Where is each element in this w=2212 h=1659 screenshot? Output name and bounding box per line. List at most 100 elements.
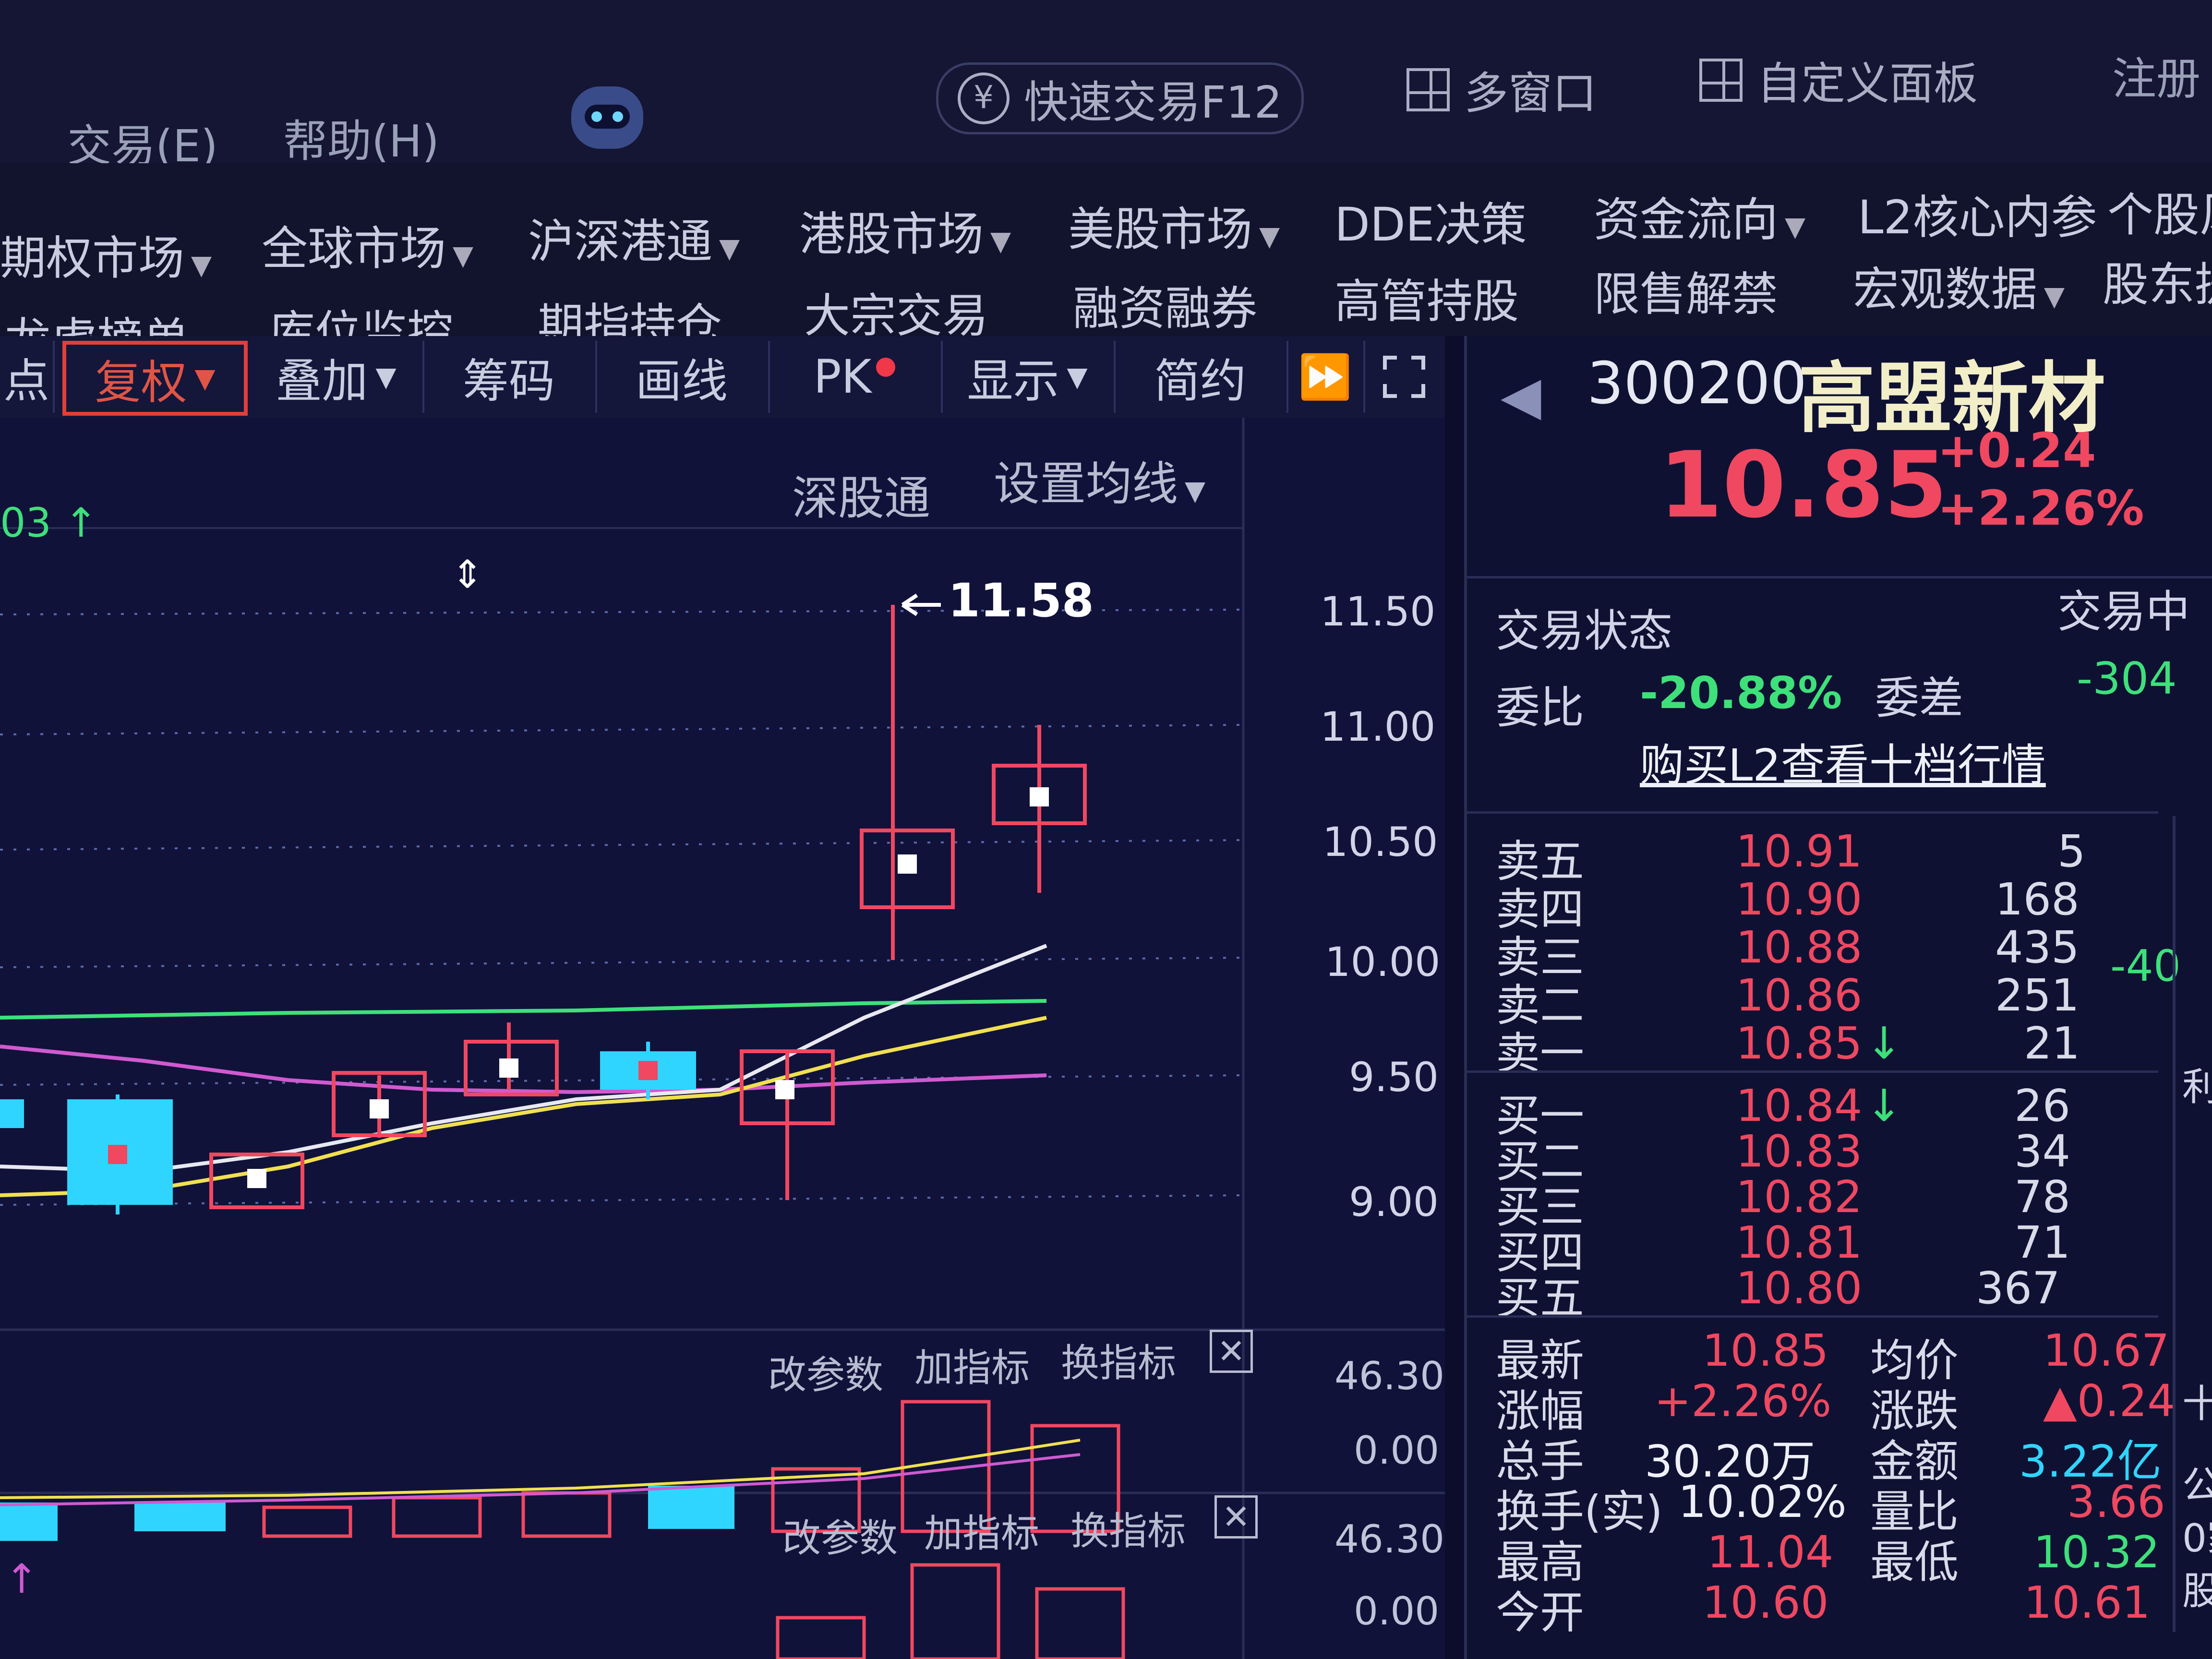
simple-mode-button[interactable]: 简约 xyxy=(1114,341,1288,413)
swap-indicator-button[interactable]: 换指标 xyxy=(1061,1332,1176,1388)
far-right-text: 0家 xyxy=(2182,1516,2212,1561)
divider xyxy=(2173,816,2176,1632)
price-tick: 10.00 xyxy=(1325,938,1441,986)
swap-indicator-button[interactable]: 换指标 xyxy=(1070,1500,1186,1556)
sell-row-4: 卖四 10.90 168 xyxy=(1496,874,2080,935)
red-dot-icon xyxy=(876,358,896,377)
grid-icon xyxy=(1407,68,1450,111)
stat-row: 换手(实) 10.02% 量比 3.66 xyxy=(1496,1476,2165,1538)
buy-row-5: 买五 10.80 367 xyxy=(1496,1262,2060,1324)
robot-assistant-icon[interactable] xyxy=(571,86,643,149)
sub1-bottom-value: 0.00 xyxy=(1354,1428,1440,1473)
stat-row: 最高 11.04 最低 10.32 xyxy=(1496,1527,2160,1588)
wb-label: 委比 xyxy=(1496,682,1585,733)
nav-options-market[interactable]: 期权市场 ▼ xyxy=(0,221,212,288)
buy-row-4: 买四 10.81 71 xyxy=(1496,1217,2071,1278)
grid-9-00 xyxy=(0,1194,1244,1206)
multi-window-button[interactable]: 多窗口 xyxy=(1407,58,1597,121)
buy-l2-link[interactable]: 购买L2查看十档行情 xyxy=(1640,730,2046,793)
price-tick: 9.50 xyxy=(1349,1054,1439,1101)
sell-row-2: 卖二 10.86 251 xyxy=(1496,970,2080,1031)
nav-stock-risk[interactable]: 个股风 xyxy=(2107,178,2212,244)
nav-us-market[interactable]: 美股市场 ▼ xyxy=(1068,192,1280,259)
far-right-text: 股东 xyxy=(2182,1569,2212,1613)
sub2-bottom-value: 0.00 xyxy=(1354,1589,1440,1634)
nav-shareholder[interactable]: 股东提 xyxy=(2103,247,2212,314)
menu-bar: 交易(E) 帮助(H) ¥ 快速交易F12 多窗口 自定义面板 注册 xyxy=(0,0,2212,172)
caret-down-icon: ▼ xyxy=(375,361,397,393)
left-indicator-value: 03 ↑ xyxy=(0,499,98,546)
cursor-resize-icon: ⇕ xyxy=(451,552,484,597)
change-param-button[interactable]: 改参数 xyxy=(782,1507,898,1563)
chips-button[interactable]: 筹码 xyxy=(422,341,597,413)
change-param-button[interactable]: 改参数 xyxy=(768,1344,883,1400)
price-grid xyxy=(0,609,1244,1206)
sell-row-3: 卖三 10.88 435 xyxy=(1496,922,2080,983)
custom-panel-button[interactable]: 自定义面板 xyxy=(1699,48,1978,112)
menu-help[interactable]: 帮助(H) xyxy=(283,106,439,169)
fast-forward-button[interactable]: ⏩ xyxy=(1286,341,1365,413)
kline-chart-svg xyxy=(0,418,1445,1659)
restore-rights-button[interactable]: 复权 ▼ xyxy=(62,341,248,416)
prev-stock-icon[interactable]: ◀ xyxy=(1501,365,1541,426)
kline-chart-area[interactable]: 深股通 设置均线 ▼ 03 ↑ ⇕ 11.58 11.50 11.00 10.50… xyxy=(0,418,1445,1659)
sgt-link[interactable]: 深股通 xyxy=(792,461,930,528)
chart-toolbar: 点 复权 ▼ 叠加 ▼ 筹码 画线 PK 显示 ▼ 简约 ⏩ xyxy=(0,336,1445,420)
close-icon[interactable]: ✕ xyxy=(1210,1330,1253,1373)
nav-global-market[interactable]: 全球市场 ▼ xyxy=(262,211,473,278)
pk-button[interactable]: PK xyxy=(768,341,943,413)
nav-hk-connect[interactable]: 沪深港通 ▼ xyxy=(528,204,740,271)
high-price-marker: 11.58 xyxy=(948,574,1094,627)
nav-exec-holdings[interactable]: 高管持股 xyxy=(1334,264,1519,331)
buy-row-1: 买一 10.84 ↓ 26 xyxy=(1496,1080,2071,1142)
ma20-line xyxy=(0,1045,1047,1094)
fullscreen-icon xyxy=(1383,356,1425,398)
display-button[interactable]: 显示 ▼ xyxy=(941,341,1116,413)
wc-label: 委差 xyxy=(1875,673,1964,724)
nav-dde[interactable]: DDE决策 xyxy=(1334,187,1527,254)
arrow-down-icon: ↓ xyxy=(1865,1018,1903,1069)
volume-ma-line-1 xyxy=(0,1439,1081,1499)
fullscreen-button[interactable] xyxy=(1368,341,1440,413)
candle-down-2 xyxy=(67,1094,173,1214)
sub2-top-value: 46.30 xyxy=(1334,1517,1445,1562)
grid-10-50 xyxy=(0,839,1244,851)
nav-macro-data[interactable]: 宏观数据 ▼ xyxy=(1853,252,2065,319)
nav-hk-market[interactable]: 港股市场 ▼ xyxy=(799,197,1011,264)
set-ma-button[interactable]: 设置均线 ▼ xyxy=(994,446,1205,513)
wc-value: -304 xyxy=(2077,653,2177,704)
quick-trade-button[interactable]: ¥ 快速交易F12 xyxy=(936,62,1304,134)
far-right-text: 公告 xyxy=(2182,1463,2212,1508)
arrow-up-icon: ↑ xyxy=(51,499,98,546)
stat-row: 今开 10.60 10.61 xyxy=(1496,1577,2151,1638)
grid-11-00 xyxy=(0,724,1244,735)
sub1-top-value: 46.30 xyxy=(1334,1354,1445,1398)
market-nav: 期权市场 ▼ 全球市场 ▼ 沪深港通 ▼ 港股市场 ▼ 美股市场 ▼ DDE决策 资金流向… xyxy=(0,163,2212,367)
side-change-value: -40 xyxy=(2110,941,2181,991)
candle-up-5 xyxy=(464,1022,559,1096)
draw-line-button[interactable]: 画线 xyxy=(595,341,770,413)
overlay-button[interactable]: 叠加 ▼ xyxy=(250,341,424,413)
stat-row: 涨幅 +2.26% 涨跌 ▲0.24 xyxy=(1496,1375,2176,1437)
stat-row: 最新 10.85 均价 10.67 xyxy=(1496,1325,2170,1386)
add-indicator-button[interactable]: 加指标 xyxy=(914,1337,1030,1393)
divider xyxy=(1467,1315,2158,1318)
current-price: 10.85 xyxy=(1659,432,1948,538)
nav-block-trade[interactable]: 大宗交易 xyxy=(804,278,988,345)
add-indicator-button[interactable]: 加指标 xyxy=(924,1503,1039,1558)
nav-fund-flow[interactable]: 资金流向 ▼ xyxy=(1594,182,1805,249)
price-change: +0.24 xyxy=(1937,422,2096,479)
nav-lockup-release[interactable]: 限售解禁 xyxy=(1594,257,1778,324)
nav-l2-insight[interactable]: L2核心内参 xyxy=(1858,180,2097,247)
stat-row: 总手 30.20万 金额 3.22亿 xyxy=(1496,1436,2162,1487)
stock-code: 300200 xyxy=(1587,350,1807,417)
caret-down-icon: ▼ xyxy=(1067,361,1088,393)
buy-row-2: 买二 10.83 34 xyxy=(1496,1126,2071,1187)
sell-row-1: 卖一 10.85 ↓ 21 xyxy=(1496,1018,2080,1079)
close-icon[interactable]: ✕ xyxy=(1214,1495,1258,1539)
tool-dot[interactable]: 点 xyxy=(0,341,55,413)
nav-margin-trading[interactable]: 融资融券 xyxy=(1073,271,1257,338)
price-tick: 11.50 xyxy=(1320,588,1436,635)
register-link[interactable]: 注册 xyxy=(2112,43,2200,107)
fast-forward-icon: ⏩ xyxy=(1298,351,1352,402)
